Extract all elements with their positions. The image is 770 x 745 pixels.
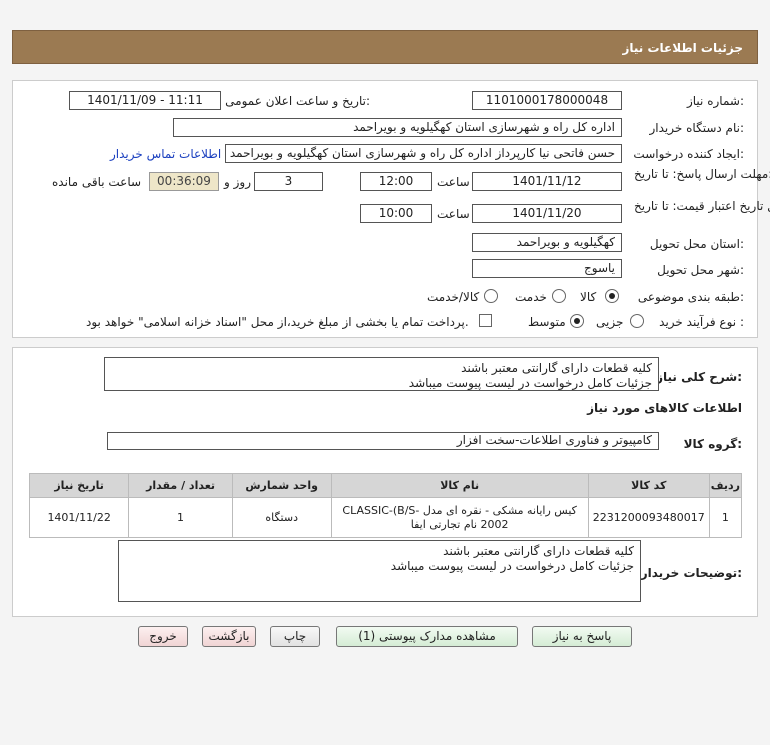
description-text: کلیه قطعات دارای گارانتی معتبر باشند جزئ… (104, 357, 659, 391)
delivery-city-label: شهر محل تحویل: (657, 263, 744, 277)
cell-code: 2231200093480017 (587, 497, 710, 538)
col-code: کد کالا (587, 473, 710, 498)
delivery-province-label: استان محل تحویل: (649, 237, 744, 251)
delivery-city-field: یاسوج (472, 259, 622, 278)
category-goods-label: کالا (580, 290, 597, 304)
buyer-org-label: نام دستگاه خریدار: (649, 121, 745, 135)
description-label: شرح کلی نیاز: (656, 370, 742, 384)
col-name: نام کالا (330, 473, 589, 498)
announce-date-label: تاریخ و ساعت اعلان عمومی: (225, 94, 370, 108)
page-header: جزئیات اطلاعات نیاز (12, 30, 758, 64)
goods-group-label: گروه کالا: (683, 437, 742, 451)
deadline-time-field: 12:00 (360, 172, 432, 191)
need-number-field: 1101000178000048 (472, 91, 622, 110)
col-qty: تعداد / مقدار (128, 473, 233, 498)
col-row: ردیف (708, 473, 743, 498)
col-unit: واحد شمارش (231, 473, 332, 498)
remaining-time-field: 00:36:09 (149, 172, 219, 191)
announce-date-field: 1401/11/09 - 11:11 (69, 91, 221, 110)
validity-label: حداقل تاریخ اعتبار قیمت: تا تاریخ: (634, 199, 770, 213)
buyer-notes-text: کلیه قطعات دارای گارانتی معتبر باشند جزئ… (118, 540, 641, 602)
category-goods-service-label: کالا/خدمت (427, 290, 480, 304)
buyer-org-field: اداره کل راه و شهرسازی استان کهگیلویه و … (173, 118, 622, 137)
goods-section-title: اطلاعات کالاهای مورد نیاز (587, 401, 742, 415)
days-label: روز و (224, 175, 251, 189)
goods-table-header: ردیف کد کالا نام کالا واحد شمارش تعداد /… (28, 473, 743, 498)
validity-time-field: 10:00 (360, 204, 432, 223)
cell-date: 1401/11/22 (28, 497, 130, 538)
goods-group-field: کامپیوتر و فناوری اطلاعات-سخت افزار (107, 432, 659, 450)
process-medium-label: متوسط (528, 315, 566, 329)
description-line: جزئیات کامل درخواست در لیست پیوست میباشد (408, 376, 652, 390)
validity-date-field: 1401/11/20 (472, 204, 622, 223)
cell-qty: 1 (128, 497, 233, 538)
deadline-time-label: ساعت (437, 175, 470, 189)
days-field: 3 (254, 172, 323, 191)
process-medium-radio[interactable] (570, 314, 584, 328)
cell-unit: دستگاه (231, 497, 332, 538)
back-button[interactable]: بازگشت (202, 626, 256, 647)
category-service-radio[interactable] (552, 289, 566, 303)
delivery-province-field: کهگیلویه و بویراحمد (472, 233, 622, 252)
reply-button[interactable]: پاسخ به نیاز (532, 626, 632, 647)
remaining-label: ساعت باقی مانده (52, 175, 142, 189)
col-date: تاریخ نیاز (28, 473, 130, 498)
print-button[interactable]: چاپ (270, 626, 320, 647)
treasury-note: پرداخت تمام یا بخشی از مبلغ خرید،از محل … (86, 315, 469, 329)
validity-time-label: ساعت (437, 207, 470, 221)
exit-button[interactable]: خروج (138, 626, 188, 647)
buyer-notes-line: کلیه قطعات دارای گارانتی معتبر باشند (443, 544, 634, 558)
attachments-button[interactable]: مشاهده مدارک پیوستی (1) (336, 626, 518, 647)
deadline-date-field: 1401/11/12 (472, 172, 622, 191)
process-label: نوع فرآیند خرید : (659, 315, 744, 329)
category-service-label: خدمت (515, 290, 547, 304)
deadline-label: مهلت ارسال پاسخ: تا تاریخ: (634, 167, 770, 181)
buyer-contact-link[interactable]: اطلاعات تماس خریدار (110, 147, 221, 161)
treasury-checkbox[interactable] (479, 314, 492, 327)
buyer-notes-label: توضیحات خریدار: (640, 566, 742, 580)
requester-field: حسن فاتحی نیا کارپرداز اداره کل راه و شه… (225, 144, 622, 163)
description-line: کلیه قطعات دارای گارانتی معتبر باشند (461, 361, 652, 375)
requester-label: ایجاد کننده درخواست: (633, 147, 744, 161)
process-minor-label: جزیی (596, 315, 624, 329)
category-goods-radio[interactable] (605, 289, 619, 303)
process-minor-radio[interactable] (630, 314, 644, 328)
buyer-notes-line: جزئیات کامل درخواست در لیست پیوست میباشد (390, 559, 634, 573)
need-number-label: شماره نیاز: (686, 94, 744, 108)
table-row: 1 2231200093480017 کیس رایانه مشکی - نقر… (28, 497, 743, 538)
goods-table: ردیف کد کالا نام کالا واحد شمارش تعداد /… (28, 473, 743, 538)
category-goods-service-radio[interactable] (484, 289, 498, 303)
page-title: جزئیات اطلاعات نیاز (622, 41, 743, 55)
cell-row: 1 (708, 497, 743, 538)
category-label: طبقه بندی موضوعی: (637, 290, 744, 304)
cell-name: کیس رایانه مشکی - نقره ای مدل CLASSIC-(B… (330, 497, 589, 538)
